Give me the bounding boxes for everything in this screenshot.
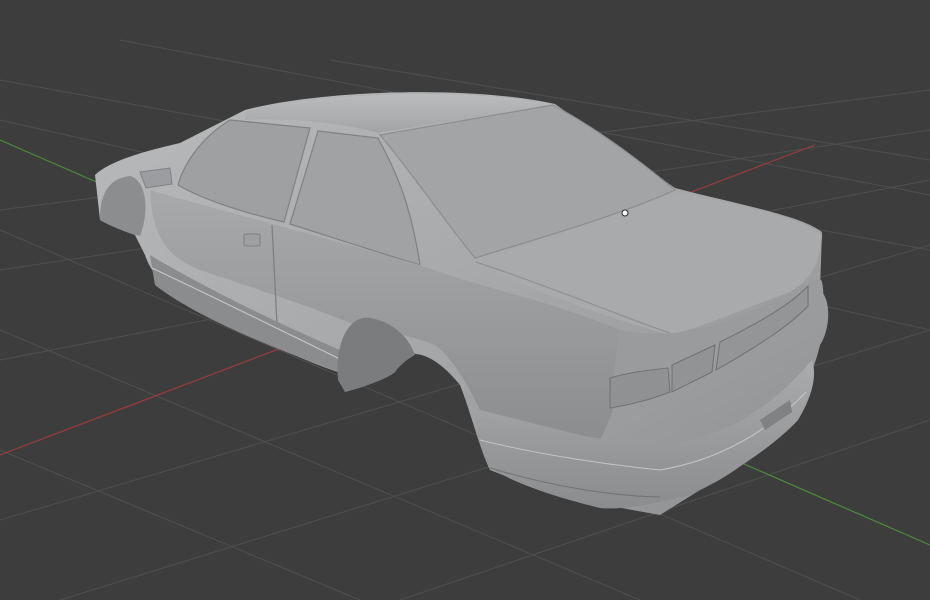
car-body-mesh[interactable] bbox=[95, 92, 829, 515]
door-handle bbox=[243, 233, 261, 247]
3d-viewport[interactable] bbox=[0, 0, 930, 600]
viewport-canvas[interactable] bbox=[0, 0, 930, 600]
side-mirror bbox=[139, 167, 173, 189]
vertex-marker[interactable] bbox=[621, 209, 629, 217]
